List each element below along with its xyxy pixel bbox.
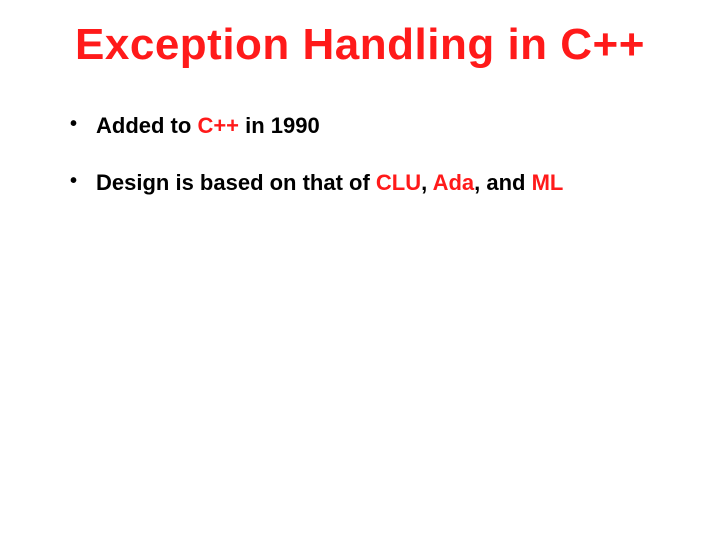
- list-item: Design is based on that of CLU, Ada, and…: [70, 168, 670, 198]
- list-item: Added to C++ in 1990: [70, 111, 670, 141]
- bullet-accent: Ada: [433, 170, 475, 195]
- bullet-text: in 1990: [239, 113, 320, 138]
- bullet-text: Added to: [96, 113, 197, 138]
- bullet-accent: ML: [532, 170, 564, 195]
- bullet-accent: CLU: [376, 170, 421, 195]
- slide: Exception Handling in C++ Added to C++ i…: [0, 0, 720, 540]
- bullet-text: , and: [474, 170, 531, 195]
- bullet-accent: C++: [197, 113, 239, 138]
- bullet-text: ,: [421, 170, 432, 195]
- bullet-text: Design is based on that of: [96, 170, 376, 195]
- slide-title: Exception Handling in C++: [50, 20, 670, 71]
- bullet-list: Added to C++ in 1990 Design is based on …: [50, 111, 670, 198]
